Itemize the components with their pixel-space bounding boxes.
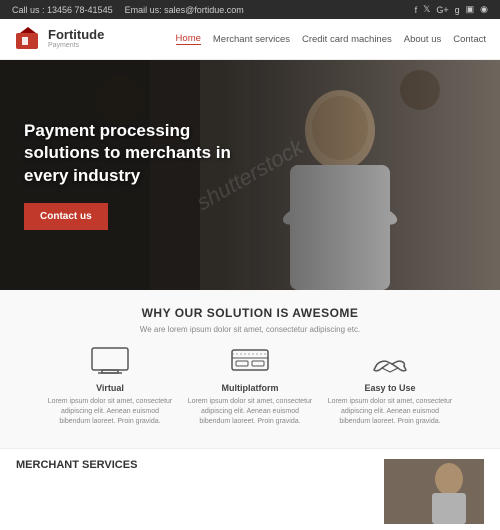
social-icons: f 𝕏 G+ g ▣ ◉ <box>415 4 488 15</box>
multiplatform-desc: Lorem ipsum dolor sit amet, consectetur … <box>185 397 315 426</box>
instagram-icon[interactable]: ▣ <box>466 4 475 15</box>
rss-icon[interactable]: ◉ <box>480 4 488 15</box>
multiplatform-label: Multiplatform <box>185 383 315 393</box>
contact-us-button[interactable]: Contact us <box>24 203 108 230</box>
twitter-icon[interactable]: 𝕏 <box>423 4 430 15</box>
why-subtitle: We are lorem ipsum dolor sit amet, conse… <box>20 325 480 334</box>
virtual-desc: Lorem ipsum dolor sit amet, consectetur … <box>45 397 175 426</box>
google-icon[interactable]: g <box>455 5 460 15</box>
top-bar: Call us : 13456 78-41545 Email us: sales… <box>0 0 500 19</box>
virtual-label: Virtual <box>45 383 175 393</box>
merchant-text: MERCHANT SERVICES <box>16 459 372 475</box>
nav-creditcard[interactable]: Credit card machines <box>302 34 392 45</box>
features-row: Virtual Lorem ipsum dolor sit amet, cons… <box>20 346 480 426</box>
top-bar-contact: Call us : 13456 78-41545 Email us: sales… <box>12 5 244 15</box>
hero-title: Payment processing solutions to merchant… <box>24 120 244 186</box>
logo-name: Fortitude <box>48 28 104 42</box>
nav-merchant[interactable]: Merchant services <box>213 34 290 45</box>
nav-links: Home Merchant services Credit card machi… <box>176 33 486 45</box>
merchant-section: MERCHANT SERVICES <box>0 448 500 530</box>
why-section: WHY OUR SOLUTION IS AWESOME We are lorem… <box>0 290 500 448</box>
multiplatform-icon <box>228 346 272 378</box>
nav-home[interactable]: Home <box>176 33 201 45</box>
googleplus-icon[interactable]: G+ <box>436 5 448 15</box>
why-title: WHY OUR SOLUTION IS AWESOME <box>20 306 480 320</box>
merchant-photo <box>384 459 484 524</box>
logo-icon <box>14 25 42 53</box>
hero-content: Payment processing solutions to merchant… <box>0 60 500 290</box>
logo-subtitle: Payments <box>48 42 104 50</box>
easyuse-label: Easy to Use <box>325 383 455 393</box>
feature-virtual: Virtual Lorem ipsum dolor sit amet, cons… <box>45 346 175 426</box>
phone-label: Call us : 13456 78-41545 <box>12 5 113 15</box>
nav-about[interactable]: About us <box>404 34 442 45</box>
feature-multiplatform: Multiplatform Lorem ipsum dolor sit amet… <box>185 346 315 426</box>
merchant-image <box>384 459 484 524</box>
nav-contact[interactable]: Contact <box>453 34 486 45</box>
easyuse-desc: Lorem ipsum dolor sit amet, consectetur … <box>325 397 455 426</box>
easyuse-icon <box>368 346 412 378</box>
navbar: Fortitude Payments Home Merchant service… <box>0 19 500 60</box>
logo: Fortitude Payments <box>14 25 104 53</box>
hero-section: shutterstock Payment processing solution… <box>0 60 500 290</box>
feature-easyuse: Easy to Use Lorem ipsum dolor sit amet, … <box>325 346 455 426</box>
merchant-title: MERCHANT SERVICES <box>16 459 372 471</box>
virtual-icon <box>88 346 132 378</box>
facebook-icon[interactable]: f <box>415 5 418 15</box>
logo-text: Fortitude Payments <box>48 28 104 50</box>
email-label: Email us: sales@fortidue.com <box>125 5 244 15</box>
